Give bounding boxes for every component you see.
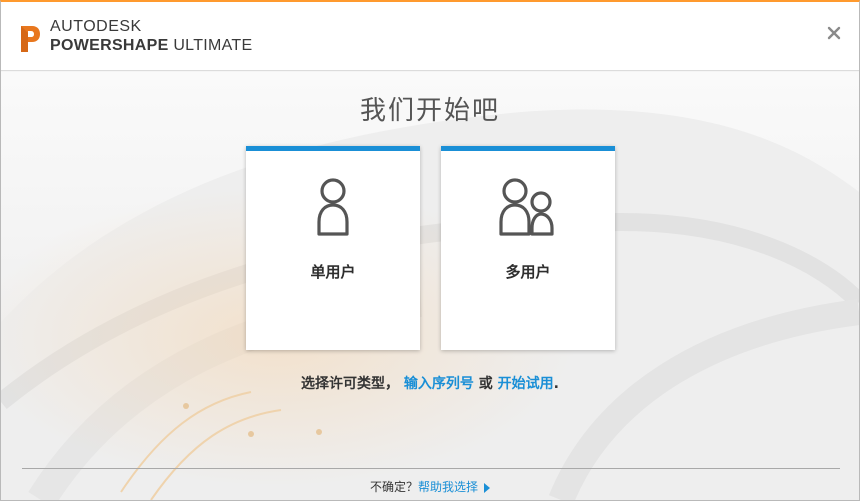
chevron-right-icon[interactable] bbox=[484, 482, 491, 493]
enter-serial-link[interactable]: 输入序列号 bbox=[404, 376, 474, 392]
close-icon[interactable] bbox=[827, 26, 841, 40]
help-me-choose-link[interactable]: 帮助我选择 bbox=[418, 480, 478, 494]
single-user-card[interactable]: 单用户 bbox=[246, 146, 420, 350]
brand-product-edition: ULTIMATE bbox=[168, 37, 253, 54]
footer-divider bbox=[22, 468, 840, 469]
page-title: 我们开始吧 bbox=[359, 96, 500, 126]
footer: 不确定？帮助我选择 bbox=[1, 478, 859, 495]
brand-company: AUTODESK bbox=[50, 18, 142, 35]
brand-product-name: POWERSHAPE bbox=[50, 37, 169, 54]
prompt-text: 选择许可类型， bbox=[301, 376, 400, 392]
multi-user-icon bbox=[499, 178, 554, 236]
single-user-icon bbox=[317, 178, 349, 236]
autodesk-p-logo-icon bbox=[21, 26, 40, 52]
license-dialog: AUTODESK POWERSHAPE ULTIMATE 我们开始吧 单用户 多… bbox=[0, 0, 860, 501]
multi-user-card[interactable]: 多用户 bbox=[441, 146, 615, 350]
start-trial-link[interactable]: 开始试用 bbox=[498, 376, 554, 392]
header-bar: AUTODESK POWERSHAPE ULTIMATE bbox=[1, 2, 859, 71]
background-artwork bbox=[1, 72, 859, 500]
footer-question: 不确定？ bbox=[369, 480, 418, 494]
prompt-period: . bbox=[553, 376, 559, 392]
single-user-label: 单用户 bbox=[310, 263, 356, 281]
license-prompt: 选择许可类型， 输入序列号 或 开始试用. bbox=[1, 373, 859, 393]
prompt-or: 或 bbox=[473, 376, 498, 392]
brand-product: POWERSHAPE ULTIMATE bbox=[50, 37, 252, 55]
multi-user-label: 多用户 bbox=[505, 263, 551, 281]
